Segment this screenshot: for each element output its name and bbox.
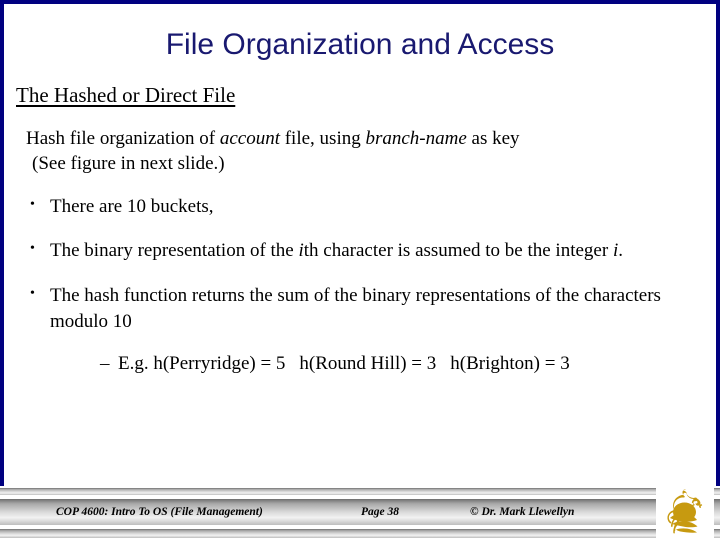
intro-italic-account: account [219, 128, 280, 149]
intro-paragraph: Hash file organization of account file, … [16, 126, 708, 176]
footer-page-number: Page 38 [361, 506, 400, 518]
slide-canvas: File Organization and Access The Hashed … [0, 0, 720, 540]
bullet-marker-icon: • [30, 241, 35, 257]
bullet-text-binary-after: th character is assumed to be the intege… [303, 240, 613, 262]
ucf-pegasus-logo-icon [656, 482, 714, 540]
footer-divider [0, 495, 720, 496]
footer-divider [0, 525, 720, 526]
slide-border-top [0, 0, 720, 4]
slide-title: File Organization and Access [165, 28, 555, 61]
bullet-list: • There are 10 buckets, • The binary rep… [16, 194, 708, 377]
footer-bar-top [0, 488, 720, 495]
bullet-text-binary-tail: . [618, 240, 623, 262]
sub-bullet-item-examples: – E.g. h(Perryridge) = 5 h(Round Hill) = … [50, 351, 708, 377]
bullet-marker-icon: • [30, 197, 35, 213]
bullet-item-hash-function: • The hash function returns the sum of t… [16, 283, 708, 378]
intro-text-after: as key [466, 128, 520, 149]
intro-line-two: (See figure in next slide.) [32, 153, 225, 175]
slide-border-left [0, 0, 4, 486]
intro-italic-branch-name: branch-name [365, 128, 467, 149]
slide-subtitle: The Hashed or Direct File [16, 83, 236, 107]
bullet-item-binary-representation: • The binary representation of the ith c… [16, 238, 708, 264]
sub-bullet-marker-icon: – [100, 353, 110, 375]
sub-bullet-list: – E.g. h(Perryridge) = 5 h(Round Hill) = … [50, 351, 708, 377]
bullet-marker-icon: • [30, 285, 35, 301]
bullet-item-buckets: • There are 10 buckets, [16, 194, 708, 220]
bullet-text-binary-before: The binary representation of the [50, 240, 299, 262]
footer-bar-bottom [0, 529, 720, 538]
example-perryridge: E.g. h(Perryridge) = 5 [118, 353, 286, 375]
intro-text-before: Hash file organization of [26, 128, 220, 149]
slide-body: Hash file organization of account file, … [16, 126, 708, 377]
slide-border-right [716, 0, 720, 486]
footer-course-label: COP 4600: Intro To OS (File Management) [56, 506, 263, 518]
footer-copyright: © Dr. Mark Llewellyn [470, 506, 575, 518]
footer-text-row: COP 4600: Intro To OS (File Management) … [0, 501, 660, 523]
example-brighton: h(Brighton) = 3 [450, 353, 570, 375]
intro-text-middle: file, using [279, 128, 366, 149]
bullet-text-hash-function: The hash function returns the sum of the… [50, 284, 661, 332]
bullet-text-buckets: There are 10 buckets, [50, 196, 214, 218]
example-round-hill: h(Round Hill) = 3 [299, 353, 437, 375]
slide-footer: COP 4600: Intro To OS (File Management) … [0, 482, 720, 540]
